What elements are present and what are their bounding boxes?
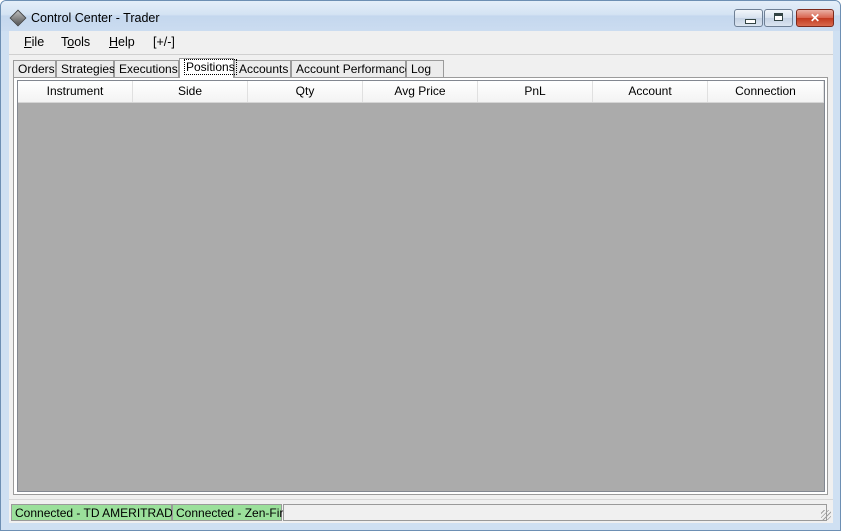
app-window: Control Center - Trader ✕ File Tools Hel… <box>0 0 841 531</box>
tab-account-performance[interactable]: Account Performance <box>291 60 411 77</box>
status-td-ameritrade: Connected - TD AMERITRADE <box>11 504 181 521</box>
menu-tools[interactable]: Tools <box>61 35 90 49</box>
col-instrument[interactable]: Instrument <box>18 81 133 102</box>
grid-header: Instrument Side Qty Avg Price PnL Accoun… <box>18 81 824 103</box>
minimize-button[interactable] <box>734 9 763 27</box>
tab-accounts[interactable]: Accounts <box>234 60 291 77</box>
close-icon: ✕ <box>809 11 821 25</box>
maximize-button[interactable] <box>764 9 793 27</box>
menu-tools-rest: ols <box>74 35 91 49</box>
tab-log[interactable]: Log <box>406 60 444 77</box>
maximize-icon <box>774 13 783 21</box>
col-pnl[interactable]: PnL <box>478 81 593 102</box>
col-avg-price[interactable]: Avg Price <box>363 81 478 102</box>
positions-grid[interactable]: Instrument Side Qty Avg Price PnL Accoun… <box>17 80 825 492</box>
col-qty[interactable]: Qty <box>248 81 363 102</box>
status-empty-panel <box>283 504 827 521</box>
status-bar: Connected - TD AMERITRADE Connected - Ze… <box>9 499 833 523</box>
menu-file[interactable]: File <box>24 35 44 49</box>
tab-executions[interactable]: Executions <box>114 60 179 77</box>
tab-strategies[interactable]: Strategies <box>56 60 115 77</box>
col-connection[interactable]: Connection <box>708 81 824 102</box>
menu-file-rest: ile <box>31 35 45 49</box>
col-account[interactable]: Account <box>593 81 708 102</box>
menu-bar: File Tools Help [+/-] <box>9 31 833 54</box>
menu-file-mnemonic: F <box>24 35 32 49</box>
tab-positions[interactable]: Positions <box>179 58 237 78</box>
app-diamond-icon <box>9 9 27 27</box>
col-side[interactable]: Side <box>133 81 248 102</box>
tab-orders[interactable]: Orders <box>13 60 56 77</box>
title-bar[interactable]: Control Center - Trader ✕ <box>1 1 840 31</box>
status-zen-fire: Connected - Zen-Fire <box>172 504 290 521</box>
close-button[interactable]: ✕ <box>796 9 834 27</box>
window-title: Control Center - Trader <box>31 11 160 25</box>
menu-help-mnemonic: H <box>109 35 119 49</box>
menu-help[interactable]: Help <box>109 35 135 49</box>
menu-help-rest: elp <box>118 35 135 49</box>
minimize-icon <box>745 19 756 24</box>
positions-panel: Instrument Side Qty Avg Price PnL Accoun… <box>13 77 828 495</box>
resize-grip-icon[interactable] <box>821 510 831 520</box>
tab-positions-label: Positions <box>184 59 237 75</box>
main-content: Orders Strategies Executions Positions A… <box>9 54 833 523</box>
menu-toggle[interactable]: [+/-] <box>153 35 175 49</box>
